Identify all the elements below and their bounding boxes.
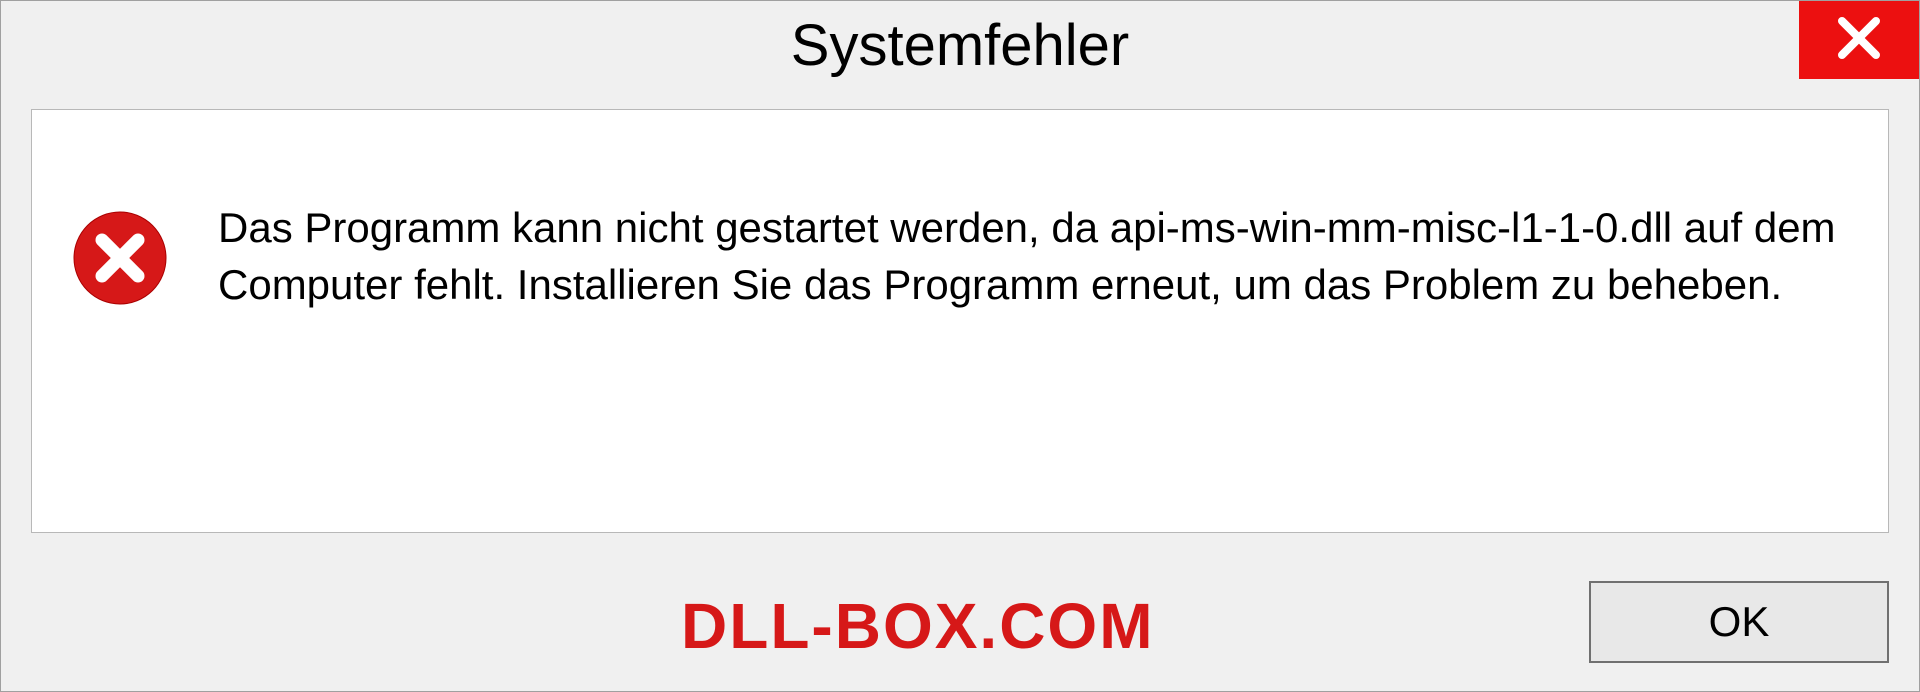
error-dialog: Systemfehler Das Programm kann nicht ges… [0, 0, 1920, 692]
watermark-text: DLL-BOX.COM [681, 589, 1155, 663]
close-icon [1834, 13, 1884, 68]
dialog-footer: DLL-BOX.COM OK [1, 551, 1919, 691]
titlebar: Systemfehler [1, 1, 1919, 89]
error-icon [72, 210, 168, 306]
error-message: Das Programm kann nicht gestartet werden… [218, 200, 1848, 313]
close-button[interactable] [1799, 1, 1919, 79]
dialog-title: Systemfehler [791, 12, 1129, 79]
ok-button[interactable]: OK [1589, 581, 1889, 663]
content-panel: Das Programm kann nicht gestartet werden… [31, 109, 1889, 533]
